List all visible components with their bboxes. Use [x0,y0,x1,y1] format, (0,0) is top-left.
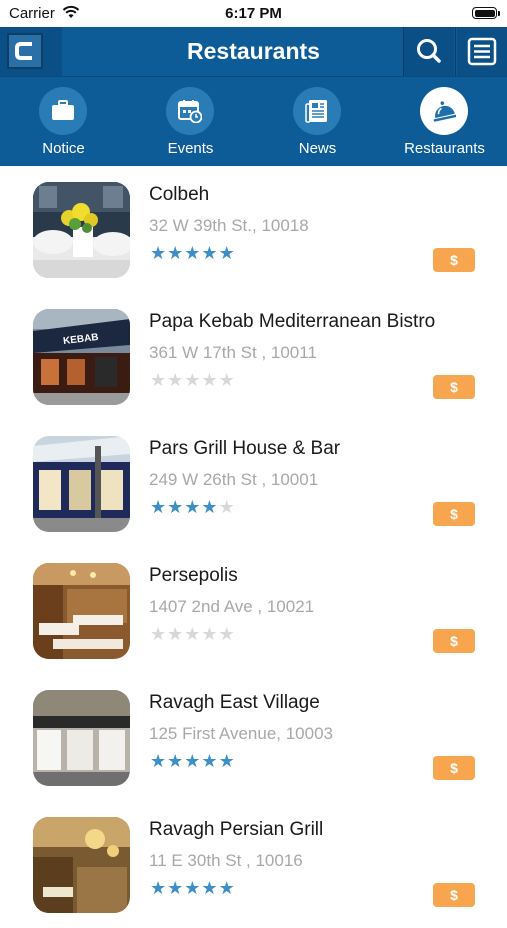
status-bar: Carrier 6:17 PM [0,0,507,27]
price-badge: $ [433,248,475,272]
star-icon: ★ [201,370,219,390]
tab-notice-label: Notice [42,140,85,157]
tab-notice[interactable]: Notice [0,77,127,167]
restaurant-name: Persepolis [149,565,238,586]
restaurant-name: Papa Kebab Mediterranean Bistro [149,311,436,332]
list-item[interactable]: Colbeh 32 W 39th St., 10018 ★★★★★ $ [0,166,507,293]
star-icon: ★ [167,497,185,517]
restaurant-photo [33,817,130,913]
restaurant-address: 125 First Avenue, 10003 [149,724,333,743]
restaurant-address: 361 W 17th St , 10011 [149,343,317,362]
list-item[interactable]: Pars Grill House & Bar 249 W 26th St , 1… [0,420,507,547]
star-icon: ★ [150,624,168,644]
price-badge: $ [433,756,475,780]
star-icon: ★ [150,878,168,898]
category-nav: Notice Events News Restaurants [0,76,507,166]
list-item[interactable]: Persepolis 1407 2nd Ave , 10021 ★★★★★ $ [0,547,507,674]
rating-stars: ★★★★★ [150,243,236,263]
star-icon: ★ [201,751,219,771]
restaurant-photo [33,690,130,786]
restaurant-name: Pars Grill House & Bar [149,438,341,459]
star-icon: ★ [167,751,185,771]
star-icon: ★ [184,370,202,390]
restaurant-address: 1407 2nd Ave , 10021 [149,597,315,616]
star-icon: ★ [218,370,236,390]
star-icon: ★ [218,624,236,644]
tab-restaurants-label: Restaurants [404,140,485,157]
list-item[interactable]: Ravagh Persian Grill 11 E 30th St , 1001… [0,801,507,928]
star-icon: ★ [184,243,202,263]
star-icon: ★ [184,497,202,517]
star-icon: ★ [167,370,185,390]
rating-stars: ★★★★★ [150,878,236,898]
top-header: Restaurants [0,27,507,76]
restaurant-photo [33,182,130,278]
star-icon: ★ [184,624,202,644]
tab-restaurants[interactable]: Restaurants [381,77,507,167]
restaurant-list: Colbeh 32 W 39th St., 10018 ★★★★★ $ KEBA… [0,166,507,928]
tab-events-label: Events [167,140,214,157]
rating-stars: ★★★★★ [150,497,236,517]
star-icon: ★ [184,878,202,898]
star-icon: ★ [167,243,185,263]
star-icon: ★ [150,497,168,517]
newspaper-icon [305,100,327,123]
star-icon: ★ [201,497,219,517]
star-icon: ★ [150,243,168,263]
list-item[interactable]: Ravagh East Village 125 First Avenue, 10… [0,674,507,801]
price-badge: $ [433,375,475,399]
search-icon [417,39,441,63]
rating-stars: ★★★★★ [150,370,236,390]
restaurant-photo [33,563,130,659]
rating-stars: ★★★★★ [150,751,236,771]
list-icon [467,37,497,66]
search-button[interactable] [404,27,454,76]
tab-news[interactable]: News [254,77,381,167]
restaurant-address: 11 E 30th St , 10016 [149,851,303,870]
restaurant-address: 32 W 39th St., 10018 [149,216,309,235]
restaurant-name: Ravagh East Village [149,692,320,713]
star-icon: ★ [201,878,219,898]
price-badge: $ [433,629,475,653]
star-icon: ★ [218,878,236,898]
star-icon: ★ [167,878,185,898]
restaurant-photo: KEBAB [33,309,130,405]
rating-stars: ★★★★★ [150,624,236,644]
calendar-clock-icon [178,100,202,123]
restaurant-photo [33,436,130,532]
briefcase-icon [52,100,74,120]
star-icon: ★ [150,751,168,771]
header-divider [455,27,456,76]
menu-list-button[interactable] [457,27,507,76]
star-icon: ★ [218,751,236,771]
price-badge: $ [433,502,475,526]
status-time: 6:17 PM [225,5,282,22]
star-icon: ★ [167,624,185,644]
star-icon: ★ [218,243,236,263]
tab-news-label: News [298,140,337,157]
food-cloche-icon [433,101,456,122]
restaurant-address: 249 W 26th St , 10001 [149,470,319,489]
price-badge: $ [433,883,475,907]
restaurant-name: Ravagh Persian Grill [149,819,324,840]
restaurant-name: Colbeh [149,184,210,205]
battery-icon [472,7,500,19]
tab-events[interactable]: Events [127,77,254,167]
star-icon: ★ [201,243,219,263]
list-item[interactable]: KEBAB Papa Kebab Mediterranean Bistro 36… [0,293,507,420]
star-icon: ★ [150,370,168,390]
star-icon: ★ [218,497,236,517]
star-icon: ★ [201,624,219,644]
star-icon: ★ [184,751,202,771]
